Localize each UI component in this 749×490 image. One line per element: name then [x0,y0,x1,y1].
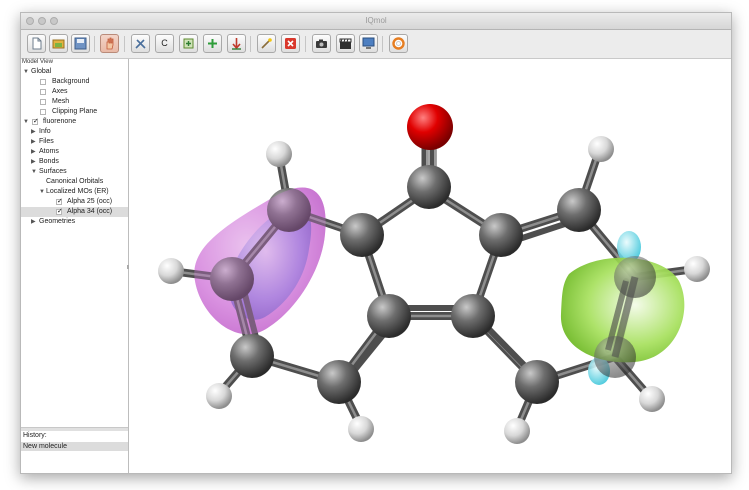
tree-item-atoms[interactable]: ▶ Atoms [21,147,128,157]
add-hydrogens-button[interactable] [179,34,198,53]
hydrogen-atom[interactable] [504,418,530,444]
expanded-arrow-icon[interactable]: ▼ [23,117,29,127]
molecule-render[interactable] [129,59,731,473]
minimize-button[interactable] [227,34,246,53]
carbon-atom[interactable] [515,360,559,404]
monitor-icon [362,37,375,49]
server-button[interactable] [359,34,378,53]
hydrogen-atom[interactable] [684,256,710,282]
help-button[interactable] [389,34,408,53]
expanded-arrow-icon[interactable]: ▼ [31,167,37,177]
minimize-energy-icon [232,38,241,50]
clapperboard-icon [339,38,352,49]
carbon-atom[interactable] [557,188,601,232]
carbon-atom[interactable] [367,294,411,338]
new-file-icon [32,37,42,50]
build-tools-button[interactable] [131,34,150,53]
carbon-atom[interactable] [340,213,384,257]
collapsed-arrow-icon[interactable]: ▶ [31,127,36,137]
collapsed-arrow-icon[interactable]: ▶ [31,157,36,167]
oxygen-atom[interactable] [407,104,453,150]
hydrogen-atom[interactable] [266,141,292,167]
panel-splitter[interactable] [21,427,128,431]
camera-icon [316,39,327,48]
collapsed-arrow-icon[interactable]: ▶ [31,217,36,227]
record-animation-button[interactable] [336,34,355,53]
model-view-title: Model View [22,59,53,65]
hydrogen-atom[interactable] [206,383,232,409]
new-file-button[interactable] [27,34,46,53]
axes-checkbox[interactable] [40,89,46,95]
carbon-atom[interactable] [230,334,274,378]
selection-wand-button[interactable] [257,34,276,53]
tree-item-molecule[interactable]: ▼ fluorenone [21,117,128,127]
tree-item-axes[interactable]: Axes [21,87,128,97]
add-fragment-button[interactable] [203,34,222,53]
hand-select-icon [106,37,114,50]
expanded-arrow-icon[interactable]: ▼ [39,187,45,197]
tools-icon [135,39,146,49]
hydrogen-atom[interactable] [639,386,665,412]
carbon-atom[interactable] [407,165,451,209]
clipping-plane-checkbox[interactable] [40,109,46,115]
app-window: IQmol C Model View ▼ Global Background A… [20,12,732,474]
tree-item-clipping-plane[interactable]: Clipping Plane [21,107,128,117]
tree-item-info[interactable]: ▶ Info [21,127,128,137]
select-mode-button[interactable] [100,34,119,53]
delete-button[interactable] [281,34,300,53]
add-fragment-icon [208,39,217,48]
tree-item-canonical-orbitals[interactable]: Canonical Orbitals [21,177,128,187]
tree-item-mesh[interactable]: Mesh [21,97,128,107]
carbon-atom[interactable] [317,360,361,404]
magic-wand-icon [261,38,272,49]
carbon-atom[interactable] [451,294,495,338]
tree-item-global[interactable]: ▼ Global [21,67,128,77]
title-bar: IQmol [21,13,731,30]
tree-item-alpha-34[interactable]: Alpha 34 (occ) [21,207,128,217]
collapsed-arrow-icon[interactable]: ▶ [31,147,36,157]
window-title: IQmol [365,16,387,25]
tree-item-bonds[interactable]: ▶ Bonds [21,157,128,167]
hydrogen-atom[interactable] [588,136,614,162]
save-disk-icon [74,37,87,50]
toolbar: C [21,30,731,59]
alpha-25-checkbox[interactable] [56,197,63,207]
lifebuoy-icon [392,37,405,50]
tree-item-files[interactable]: ▶ Files [21,137,128,147]
carbon-atom[interactable] [479,213,523,257]
history-item[interactable]: New molecule [21,442,128,451]
mesh-checkbox[interactable] [40,99,46,105]
open-folder-icon [52,39,65,49]
background-checkbox[interactable] [40,79,46,85]
expanded-arrow-icon[interactable]: ▼ [23,67,29,77]
alpha-34-checkbox[interactable] [56,207,63,217]
hydrogen-atom[interactable] [348,416,374,442]
history-panel: History: New molecule [21,432,128,473]
add-hydrogens-icon [183,38,194,49]
save-button[interactable] [71,34,90,53]
screenshot-button[interactable] [312,34,331,53]
history-title: History: [23,432,47,439]
element-c-button[interactable]: C [155,34,174,53]
tree-item-background[interactable]: Background [21,77,128,87]
tree-item-geometries[interactable]: ▶ Geometries [21,217,128,227]
orbital-alpha-34-surface [560,231,685,385]
tree-item-alpha-25[interactable]: Alpha 25 (occ) [21,197,128,207]
tree-item-localized-mos[interactable]: ▼ Localized MOs (ER) [21,187,128,197]
collapsed-arrow-icon[interactable]: ▶ [31,137,36,147]
open-file-button[interactable] [49,34,68,53]
left-panel: Model View ▼ Global Background Axes Mesh… [21,59,129,473]
orbital-alpha-25-overlay [194,187,326,335]
hydrogen-atom[interactable] [158,258,184,284]
tree-item-surfaces[interactable]: ▼ Surfaces [21,167,128,177]
delete-x-icon [285,38,296,49]
molecule-checkbox[interactable] [32,117,39,127]
molecule-viewer[interactable] [129,59,731,473]
